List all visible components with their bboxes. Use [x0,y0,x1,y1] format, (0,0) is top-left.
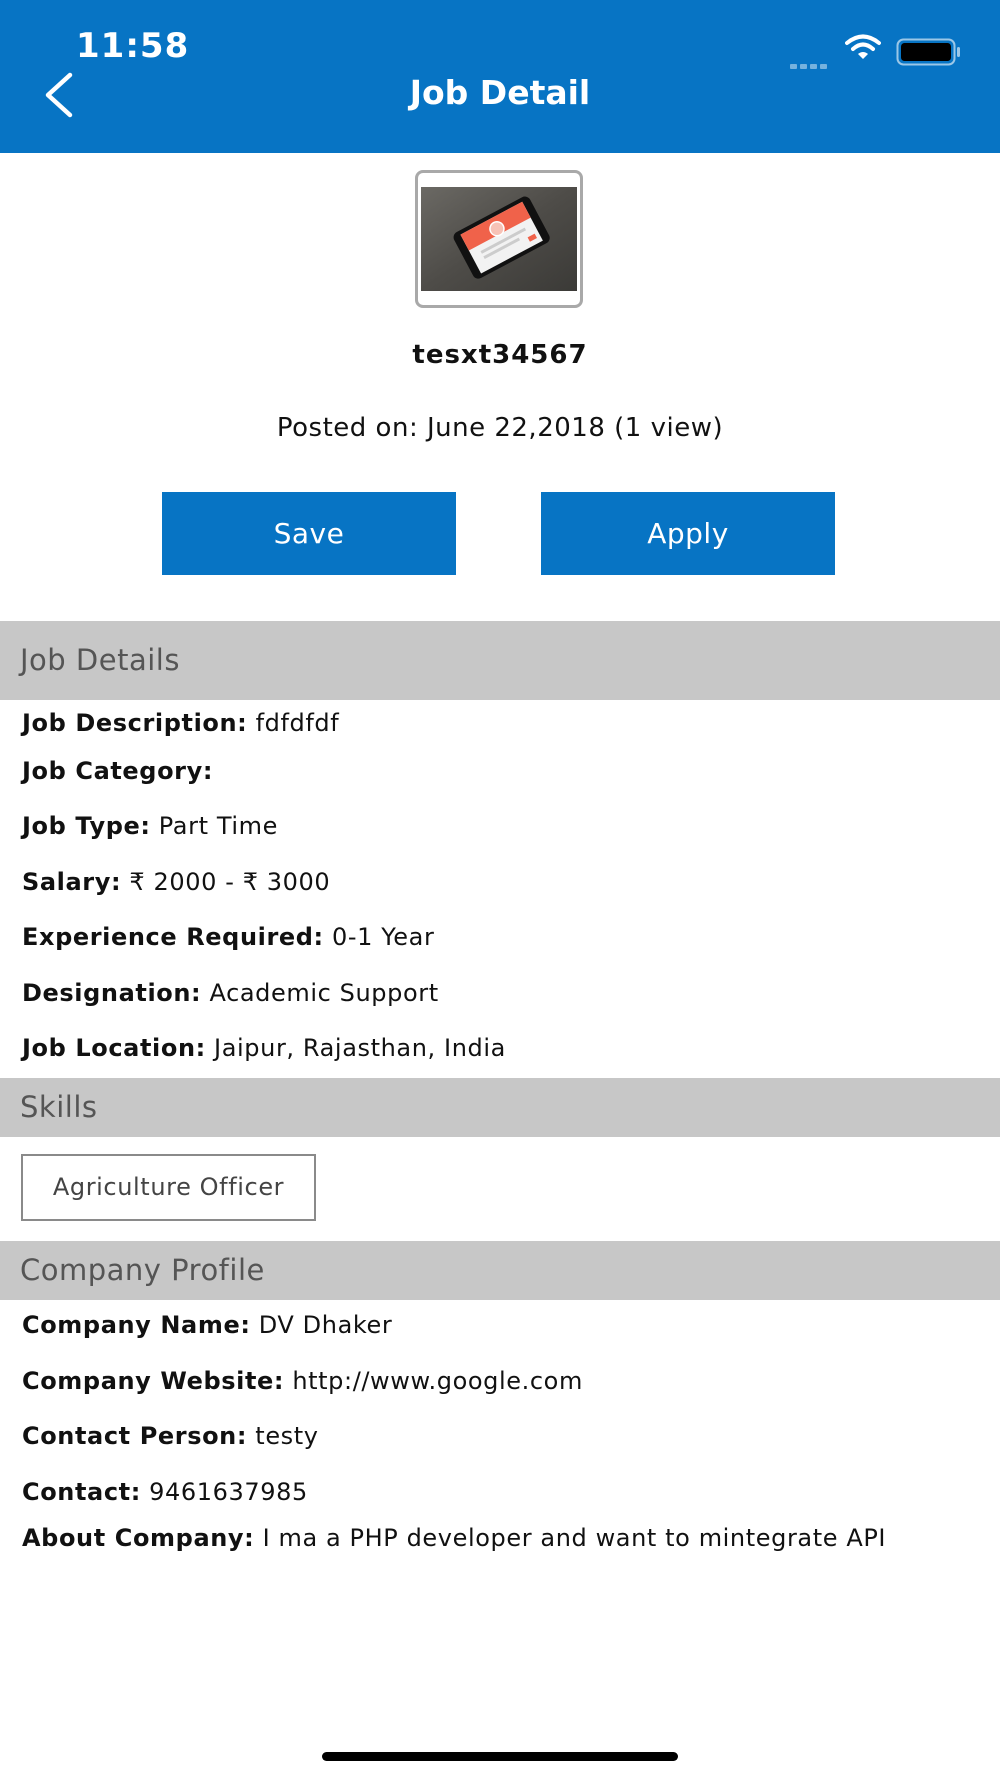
detail-value: ₹ 2000 - ₹ 3000 [121,868,331,896]
company-row-about: About Company: I ma a PHP developer and … [22,1524,886,1552]
company-row-name: Company Name: DV Dhaker [22,1311,392,1339]
status-time: 11:58 [76,26,190,66]
company-label: Contact: [22,1478,141,1506]
detail-label: Salary: [22,868,122,896]
detail-value: Part Time [150,812,278,840]
detail-label: Experience Required: [22,923,324,951]
detail-value: 0-1 Year [323,923,435,951]
skill-chip: Agriculture Officer [21,1154,316,1221]
detail-label: Job Category: [22,757,214,785]
detail-label: Job Type: [22,812,151,840]
detail-row-salary: Salary: ₹ 2000 - ₹ 3000 [22,868,330,896]
contact-phone[interactable]: 9461637985 [141,1478,308,1506]
company-row-website: Company Website: http://www.google.com [22,1367,583,1395]
company-label: Company Website: [22,1367,285,1395]
detail-label: Job Description: [22,709,248,737]
detail-value: fdfdfdf [247,709,340,737]
company-label: Contact Person: [22,1422,248,1450]
detail-row-job-category: Job Category: [22,757,213,785]
section-header-company-profile: Company Profile [0,1241,1000,1300]
home-indicator[interactable] [322,1752,678,1761]
detail-value: Jaipur, Rajasthan, India [205,1034,506,1062]
posted-date: Posted on: June 22,2018 (1 view) [276,413,724,443]
company-label: About Company: [22,1524,255,1552]
section-header-job-details: Job Details [0,621,1000,700]
detail-value: Academic Support [201,979,439,1007]
website-link[interactable]: http://www.google.com [284,1367,583,1395]
wifi-icon [845,34,881,59]
detail-row-job-location: Job Location: Jaipur, Rajasthan, India [22,1034,506,1062]
detail-row-experience: Experience Required: 0-1 Year [22,923,434,951]
company-row-contact: Contact: 9461637985 [22,1478,308,1506]
detail-row-job-type: Job Type: Part Time [22,812,278,840]
detail-label: Job Location: [22,1034,206,1062]
detail-label: Designation: [22,979,202,1007]
company-value: I ma a PHP developer and want to mintegr… [254,1524,887,1552]
company-value: testy [247,1422,319,1450]
apply-button[interactable]: Apply [541,492,835,575]
nav-header: 11:58 Job Detail [0,0,1000,153]
company-value: DV Dhaker [250,1311,393,1339]
job-image [421,187,577,291]
signal-icon [790,54,830,73]
page-title: Job Detail [409,73,591,112]
job-thumbnail [415,170,583,308]
section-header-skills: Skills [0,1078,1000,1137]
save-button[interactable]: Save [162,492,456,575]
company-row-contact-person: Contact Person: testy [22,1422,319,1450]
detail-row-job-description: Job Description: fdfdfdf [22,709,339,737]
job-id-title: tesxt34567 [412,340,588,370]
company-label: Company Name: [22,1311,251,1339]
battery-icon [896,38,960,66]
detail-row-designation: Designation: Academic Support [22,979,439,1007]
